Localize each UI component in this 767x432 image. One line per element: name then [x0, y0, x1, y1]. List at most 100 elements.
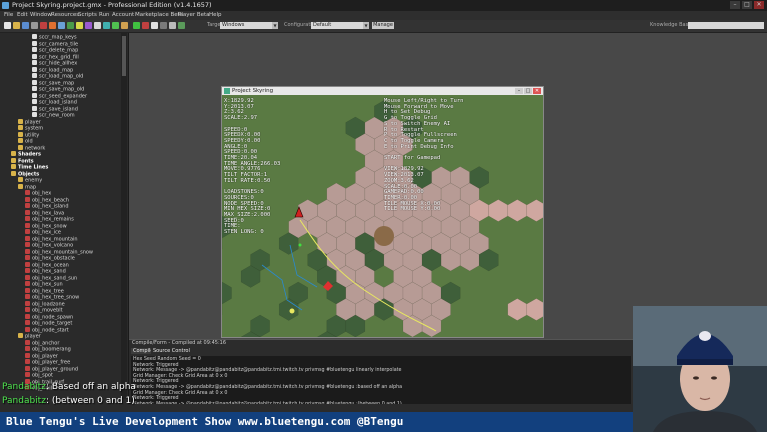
sound-icon[interactable] [49, 22, 56, 29]
object-icon [25, 320, 30, 325]
object-icon [25, 274, 30, 280]
object-icon [25, 287, 30, 293]
map-hex-tile [526, 199, 543, 222]
debug-hud-left: X:1829.92 Y:2013.07 Z:3.62 SCALE:2.97 SP… [224, 98, 281, 236]
object-icon [25, 255, 30, 260]
script-icon [32, 79, 37, 85]
volcano-hex [374, 226, 394, 246]
game-minimize-button[interactable]: – [515, 88, 523, 94]
script-icon[interactable] [76, 22, 83, 29]
log-line: Network: Message -> @pandabitz@pandabitz… [133, 402, 402, 404]
knowledge-base-label: Knowledge Base [650, 22, 692, 28]
run-icon[interactable] [133, 22, 140, 29]
object-icon [25, 242, 30, 247]
timeline-icon[interactable] [103, 22, 110, 29]
object-icon [25, 352, 30, 358]
script-icon [32, 86, 37, 91]
package-icon[interactable] [169, 22, 176, 29]
new-project-icon[interactable] [4, 22, 11, 29]
debug-hud-right: Mouse Left/Right to Turn Mouse Forward t… [384, 98, 464, 213]
folder-icon [11, 164, 16, 169]
object-icon [25, 248, 30, 254]
tab-source-control[interactable]: Source Control [151, 348, 192, 354]
help-icon[interactable] [178, 22, 185, 29]
manage-button[interactable]: Manage [372, 22, 394, 29]
folder-icon [18, 118, 23, 124]
target-node [289, 308, 295, 314]
script-icon [32, 112, 37, 117]
menu-file[interactable]: File [4, 11, 13, 20]
menu-marketplace[interactable]: Marketplace Beta [135, 11, 183, 20]
script-icon [32, 92, 37, 98]
script-icon [32, 105, 37, 111]
close-button[interactable]: ✕ [754, 1, 764, 9]
object-icon[interactable] [112, 22, 119, 29]
folder-icon [18, 138, 23, 143]
shader-icon[interactable] [85, 22, 92, 29]
settings-icon[interactable] [160, 22, 167, 29]
configuration-select-value: Default [313, 22, 332, 28]
object-icon [25, 294, 30, 299]
object-icon [25, 222, 30, 228]
object-icon [25, 307, 30, 312]
target-select[interactable]: Windows ▼ [220, 22, 278, 29]
open-folder-icon[interactable] [13, 22, 20, 29]
menu-run[interactable]: Run [99, 11, 110, 20]
object-icon [25, 203, 30, 208]
object-icon [25, 313, 30, 319]
resource-tree-item-label: scr_new_room [39, 112, 75, 119]
script-icon [32, 99, 37, 104]
menu-player[interactable]: Player Beta [178, 11, 210, 20]
menu-window[interactable]: Window [30, 11, 52, 20]
resource-tree-scrollbar[interactable] [121, 33, 127, 399]
folder-icon [11, 157, 16, 163]
window-titlebar: Project Skyring.project.gmx - Profession… [0, 0, 767, 11]
object-icon [25, 281, 30, 286]
gamemaker-app-icon [2, 2, 9, 9]
game-close-button[interactable]: ✕ [533, 88, 541, 94]
streamer-webcam-image [633, 306, 767, 432]
chat-message: Pandabitz: (between 0 and 1) [2, 396, 135, 406]
game-window-title: Project Skyring [232, 88, 274, 94]
game-maximize-button[interactable]: □ [524, 88, 532, 94]
clean-icon[interactable] [151, 22, 158, 29]
maximize-button[interactable]: □ [742, 1, 752, 9]
object-icon [25, 261, 30, 267]
object-icon [25, 229, 30, 234]
save-icon[interactable] [22, 22, 29, 29]
sprite-icon[interactable] [40, 22, 47, 29]
game-canvas[interactable]: X:1829.92 Y:2013.07 Z:3.62 SCALE:2.97 SP… [222, 95, 543, 337]
room-icon[interactable] [121, 22, 128, 29]
folder-icon [18, 125, 23, 130]
resource-tree: sccr_map_keys scr_camera_tile scr_delete_m… [0, 33, 129, 399]
debug-icon[interactable] [142, 22, 149, 29]
chat-message: Pandabitz: Based off an alpha [2, 382, 136, 392]
font-icon[interactable] [94, 22, 101, 29]
folder-icon [11, 170, 16, 176]
chat-text: : (between 0 and 1) [45, 396, 135, 406]
spawn-node [298, 243, 302, 247]
menu-bar: File Edit Window Resources Scripts Run A… [0, 11, 767, 20]
menu-resources[interactable]: Resources [51, 11, 79, 20]
object-icon [25, 216, 30, 221]
folder-icon [18, 183, 23, 189]
webcam-overlay [633, 306, 767, 432]
menu-help[interactable]: Help [209, 11, 222, 20]
resource-tree-scroll-thumb[interactable] [122, 36, 126, 76]
compile-output-log: Hex Seed Random Seed = 0 Network: Trigger… [131, 356, 631, 404]
background-icon[interactable] [58, 22, 65, 29]
minimize-button[interactable]: – [730, 1, 740, 9]
object-icon [25, 365, 30, 371]
chat-username: Pandabitz [2, 382, 46, 392]
menu-edit[interactable]: Edit [17, 11, 28, 20]
script-icon [32, 40, 37, 46]
configuration-select[interactable]: Default ▼ [311, 22, 369, 29]
menu-account[interactable]: Account [112, 11, 134, 20]
toolbar: Target: Windows ▼ Configuration Default … [0, 20, 767, 33]
knowledge-base-input[interactable] [688, 22, 764, 29]
menu-scripts[interactable]: Scripts [78, 11, 97, 20]
script-icon [32, 60, 37, 65]
map-hex-tile [507, 298, 528, 321]
path-icon[interactable] [67, 22, 74, 29]
export-icon[interactable] [31, 22, 38, 29]
